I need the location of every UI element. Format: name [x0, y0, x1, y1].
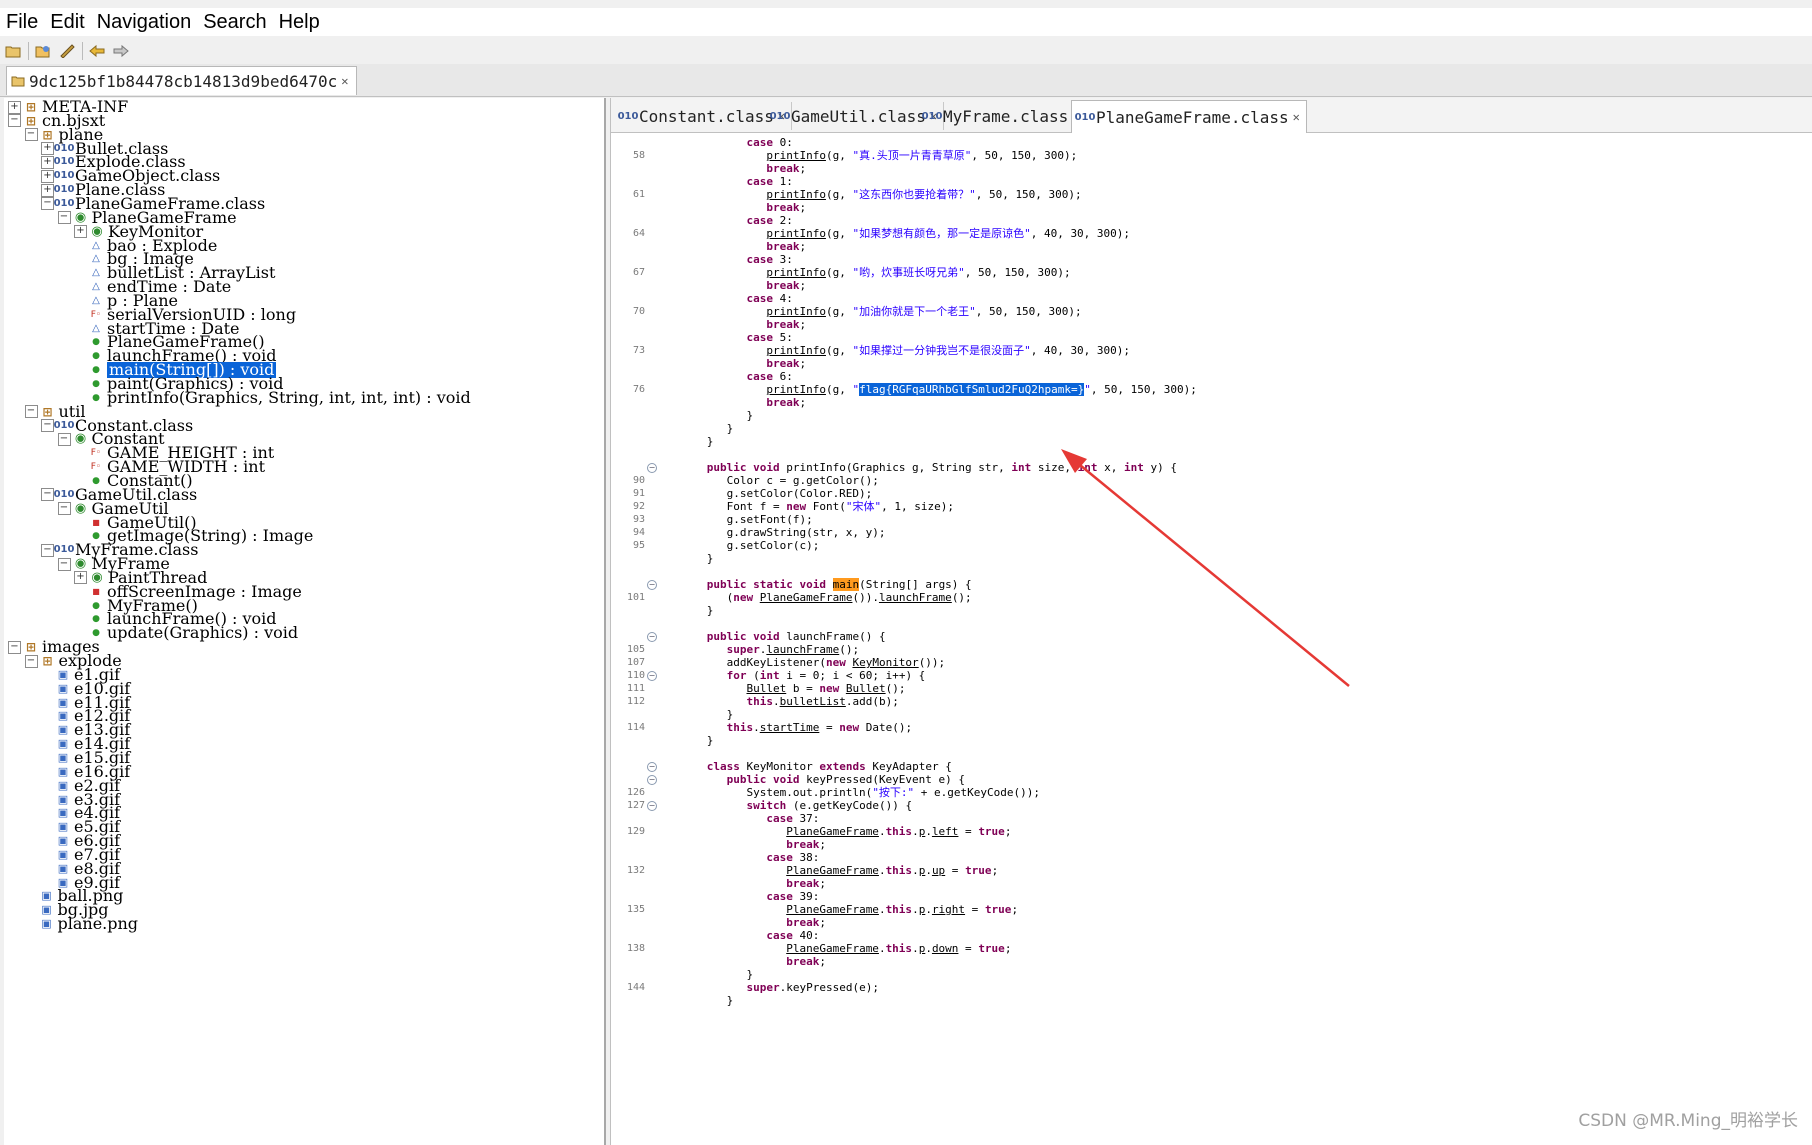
expand-icon[interactable]: + [41, 142, 54, 156]
collapse-icon[interactable]: − [41, 488, 54, 502]
open-file-icon[interactable] [4, 43, 22, 59]
tool-icon[interactable] [58, 43, 76, 59]
expand-icon[interactable]: + [41, 169, 54, 183]
forward-arrow-icon[interactable] [112, 43, 130, 59]
collapse-icon[interactable]: − [8, 640, 21, 654]
back-arrow-icon[interactable] [88, 43, 106, 59]
collapse-icon[interactable]: − [57, 432, 71, 446]
file-tab[interactable]: 9dc125bf1b84478cb14813d9bed6470c ✕ [6, 66, 358, 95]
image-file-icon: ▣ [41, 917, 52, 931]
file-tab-bar: 9dc125bf1b84478cb14813d9bed6470c ✕ [0, 64, 1812, 97]
editor-area: 010 Constant.class ✕ 010 GameUtil.class ✕ 010 M… [610, 98, 1812, 1145]
menu-navigation[interactable]: Navigation [91, 11, 198, 34]
public-method-icon: ● [92, 392, 100, 403]
toolbar-separator [82, 42, 83, 60]
tree-item-label: printInfo(Graphics, String, int, int, in… [107, 387, 471, 407]
tree-item-label: update(Graphics) : void [107, 623, 299, 643]
menu-file[interactable]: File [0, 11, 44, 34]
file-tab-label: 9dc125bf1b84478cb14813d9bed6470c [29, 71, 338, 91]
folder-icon [11, 74, 25, 88]
collapse-icon[interactable]: − [41, 419, 54, 433]
tree-item[interactable]: ● printInfo(Graphics, String, int, int, i… [74, 387, 471, 407]
collapse-icon[interactable]: − [57, 211, 71, 225]
tree-item[interactable]: ▣ plane.png [25, 914, 139, 934]
annotation-arrow [1061, 449, 1350, 687]
collapse-icon[interactable]: − [8, 114, 21, 128]
close-icon[interactable]: ✕ [341, 74, 348, 88]
collapse-icon[interactable]: − [24, 405, 38, 419]
menu-search[interactable]: Search [197, 11, 272, 34]
tree-item-label: plane.png [57, 914, 139, 934]
collapse-icon[interactable]: − [41, 543, 54, 557]
menu-edit[interactable]: Edit [44, 11, 90, 34]
menu-bar: File Edit Navigation Search Help [0, 8, 1812, 36]
package-explorer: + ⊞ META-INF − ⊞ cn.bjsxt − ⊞ plane +010 Bullet.cl… [4, 98, 606, 1145]
open-folder-icon[interactable] [34, 43, 52, 59]
expand-icon[interactable]: + [41, 183, 54, 197]
menu-help[interactable]: Help [273, 11, 326, 34]
expand-icon[interactable]: + [8, 100, 21, 114]
expand-icon[interactable]: + [74, 571, 87, 585]
collapse-icon[interactable]: − [41, 197, 54, 211]
expand-icon[interactable]: + [41, 155, 54, 169]
tree-item[interactable]: ● update(Graphics) : void [74, 625, 298, 641]
collapse-icon[interactable]: − [24, 654, 38, 668]
toolbar [0, 38, 1812, 65]
collapse-icon[interactable]: − [24, 128, 38, 142]
expand-icon[interactable]: + [74, 225, 87, 239]
collapse-icon[interactable]: − [57, 557, 71, 571]
collapse-icon[interactable]: − [57, 502, 71, 516]
toolbar-separator [28, 42, 29, 60]
watermark: CSDN @MR.Ming_明裕学长 [1578, 1111, 1798, 1131]
